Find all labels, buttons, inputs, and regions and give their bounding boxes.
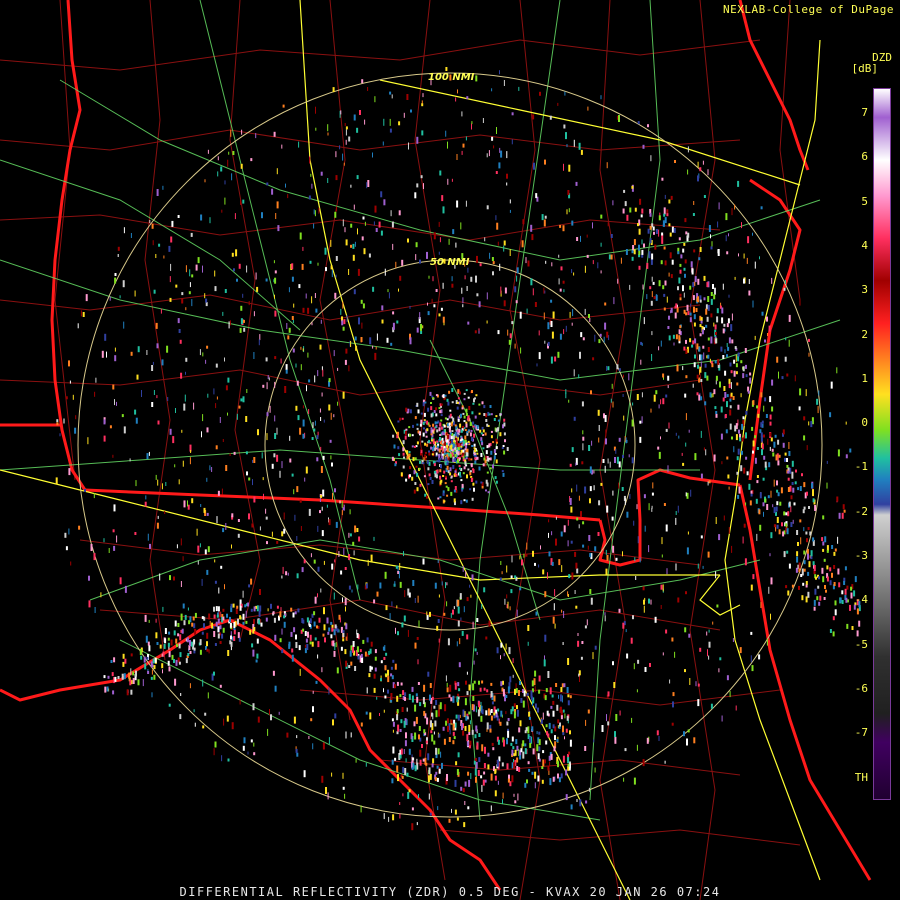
scale-tick: -5 xyxy=(854,637,868,651)
scale-tick: 4 xyxy=(861,238,868,252)
scale-tick: 2 xyxy=(861,327,868,341)
scale-tick: TH xyxy=(854,770,868,784)
scale-tick: 7 xyxy=(861,106,868,119)
credit-text: NEXLAB-College of DuPage xyxy=(723,3,894,16)
ring-label-100: 100 NMI xyxy=(428,72,475,83)
scale-tick: 3 xyxy=(861,283,868,297)
scale-ticks: 7 6 5 4 3 2 1 0 -1 -2 -3 -4 -5 -6 -7 TH xyxy=(850,100,872,800)
product-title: DIFFERENTIAL REFLECTIVITY (ZDR) 0.5 DEG … xyxy=(179,885,721,899)
scale-tick: -6 xyxy=(854,681,868,695)
scale-tick: -2 xyxy=(854,504,868,518)
scale-tick: 1 xyxy=(861,371,868,385)
scale-tick: -1 xyxy=(854,460,868,474)
scale-tick: 6 xyxy=(861,150,868,164)
scale-tick: -3 xyxy=(854,549,868,562)
scale-tick: 5 xyxy=(861,194,868,208)
legend-units: [dB] xyxy=(851,62,879,75)
color-scale-gradient xyxy=(874,89,890,799)
legend-title: DZD [dB] xyxy=(852,52,893,74)
scale-tick: -7 xyxy=(854,726,868,740)
radar-map xyxy=(0,0,900,900)
color-scale xyxy=(873,88,891,800)
scale-tick: 0 xyxy=(861,416,868,430)
ring-label-50: 50 NMI xyxy=(430,257,470,268)
scale-tick: -4 xyxy=(854,593,868,607)
